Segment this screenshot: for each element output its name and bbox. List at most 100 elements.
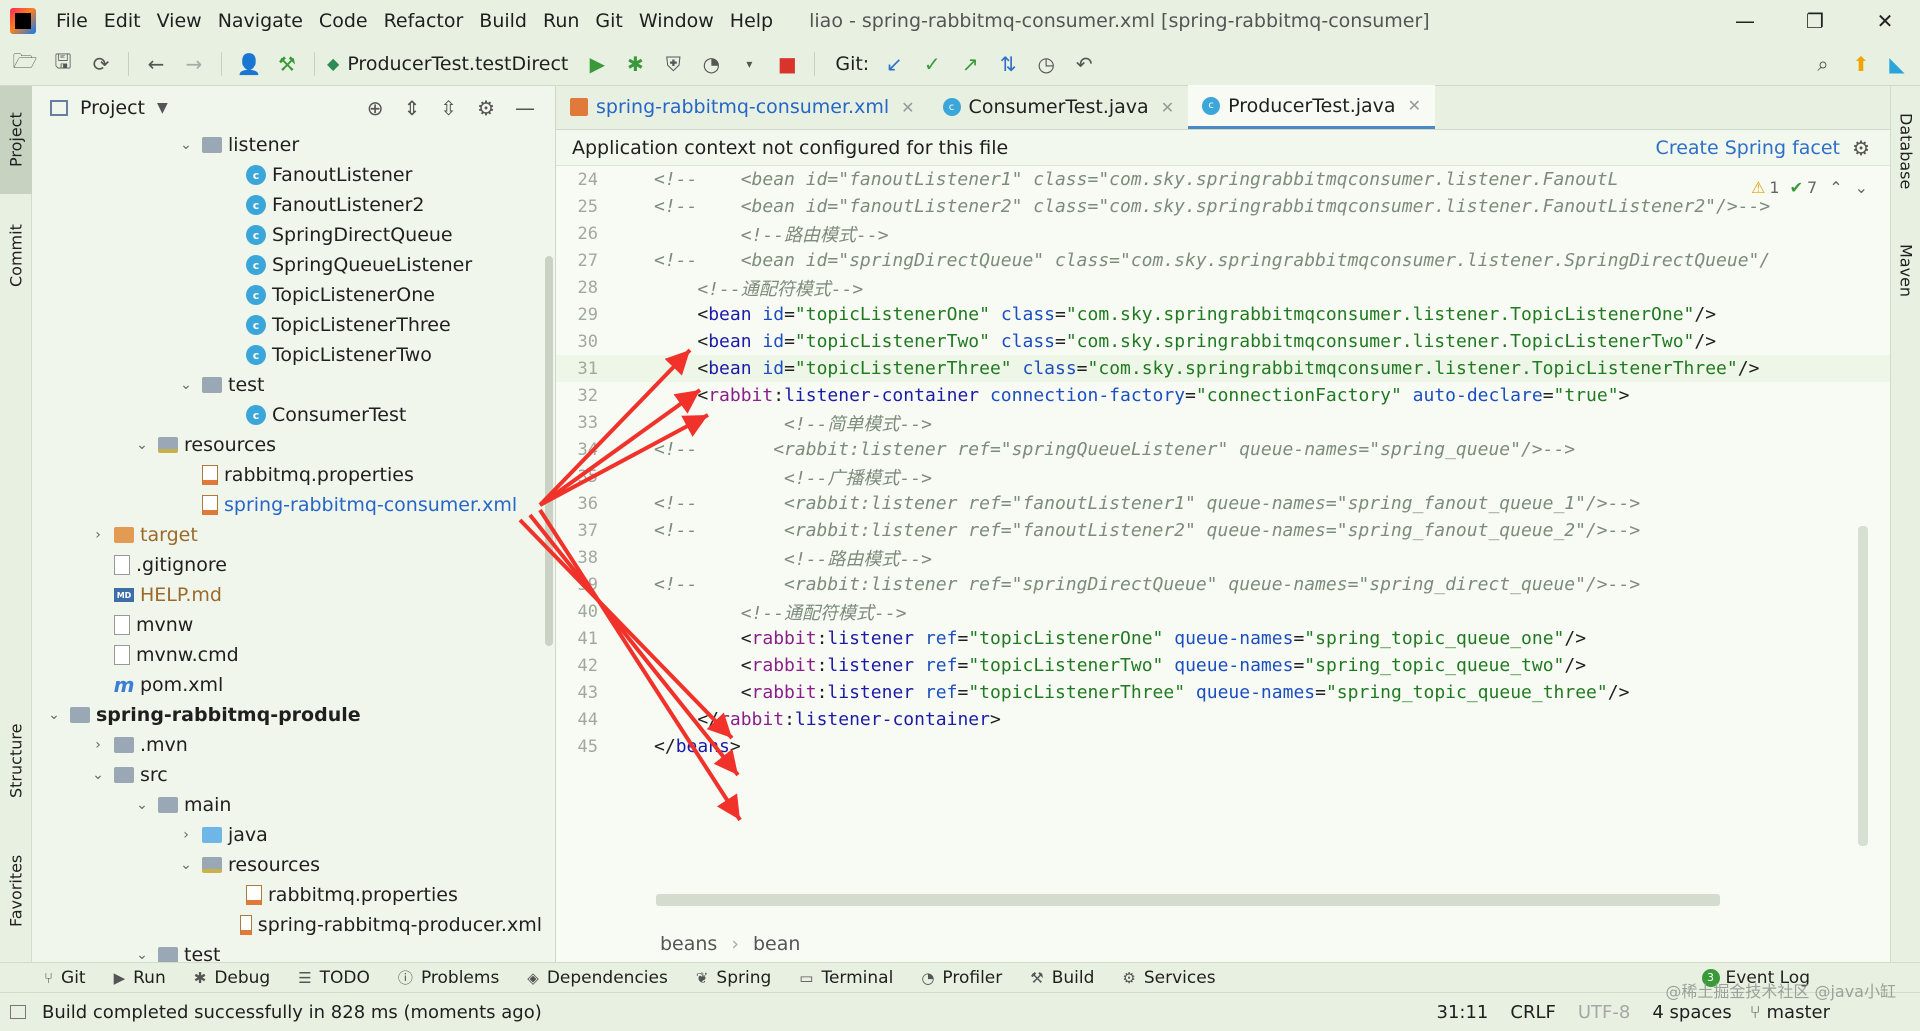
code-line[interactable]: 28 <!--通配符模式--> [556, 274, 1890, 301]
chevron-down-icon[interactable]: ⌄ [176, 857, 196, 873]
code-line[interactable]: 37 <!-- <rabbit:listener ref="fanoutListe… [556, 517, 1890, 544]
menu-code[interactable]: Code [311, 10, 376, 32]
line-separator[interactable]: CRLF [1510, 1002, 1555, 1023]
menu-refactor[interactable]: Refactor [376, 10, 472, 32]
code-line[interactable]: 39 <!-- <rabbit:listener ref="springDirec… [556, 571, 1890, 598]
tool-window-button[interactable]: ☰ TODO [298, 968, 370, 988]
run-icon[interactable]: ▶ [582, 49, 612, 79]
code-line[interactable]: 30 <bean id="topicListenerTwo" class="co… [556, 328, 1890, 355]
code-line[interactable]: 36 <!-- <rabbit:listener ref="fanoutListe… [556, 490, 1890, 517]
breadcrumb-item[interactable]: bean [753, 933, 800, 955]
tree-item[interactable]: › java [32, 820, 542, 850]
menu-run[interactable]: Run [535, 10, 587, 32]
editor-tab[interactable]: spring-rabbitmq-consumer.xml ✕ [556, 85, 929, 129]
git-history-icon[interactable]: ◷ [1031, 49, 1061, 79]
tree-item[interactable]: ⌄ src [32, 760, 542, 790]
favorites-tool-tab[interactable]: Favorites [0, 836, 32, 946]
editor-tab[interactable]: c ConsumerTest.java ✕ [929, 85, 1189, 129]
chevron-right-icon[interactable]: › [176, 827, 196, 843]
tool-window-button[interactable]: ◈ Dependencies [527, 968, 668, 988]
git-commit-icon[interactable]: ✓ [917, 49, 947, 79]
update-icon[interactable]: ⬆ [1846, 49, 1876, 79]
file-encoding[interactable]: UTF-8 [1578, 1002, 1630, 1023]
code-line[interactable]: 33 <!--简单模式--> [556, 409, 1890, 436]
tool-window-button[interactable]: ◔ Profiler [921, 968, 1002, 988]
code-line[interactable]: 44 </rabbit:listener-container> [556, 706, 1890, 733]
commit-tool-tab[interactable]: Commit [0, 204, 32, 308]
chevron-down-icon[interactable]: ⌄ [132, 437, 152, 453]
code-line[interactable]: 24 <!-- <bean id="fanoutListener1" class=… [556, 166, 1890, 193]
tree-item[interactable]: m pom.xml [32, 670, 542, 700]
menu-view[interactable]: View [149, 10, 210, 32]
hide-icon[interactable]: — [515, 96, 535, 120]
git-fetch-icon[interactable]: ⇅ [993, 49, 1023, 79]
code-line[interactable]: 25 <!-- <bean id="fanoutListener2" class=… [556, 193, 1890, 220]
toolbox-icon[interactable]: ◣ [1882, 49, 1912, 79]
gear-icon[interactable]: ⚙ [477, 96, 495, 120]
chevron-down-icon[interactable]: ⌄ [132, 947, 152, 963]
tree-item[interactable]: c TopicListenerOne [32, 280, 542, 310]
code-line[interactable]: 27 <!-- <bean id="springDirectQueue" clas… [556, 247, 1890, 274]
hammer-icon[interactable]: ⚒ [272, 49, 302, 79]
tool-window-button[interactable]: ▶ Run [114, 968, 166, 988]
code-line[interactable]: 31 <bean id="topicListenerThree" class="… [556, 355, 1890, 382]
project-panel-title[interactable]: Project [80, 97, 145, 119]
code-line[interactable]: 41 <rabbit:listener ref="topicListenerOn… [556, 625, 1890, 652]
project-tool-tab[interactable]: Project [0, 86, 32, 194]
minimize-icon[interactable]: — [1710, 0, 1780, 42]
editor-tab[interactable]: c ProducerTest.java ✕ [1188, 85, 1435, 129]
tree-item[interactable]: › .mvn [32, 730, 542, 760]
user-icon[interactable]: 👤 [234, 49, 264, 79]
chevron-down-icon[interactable]: ▾ [734, 49, 764, 79]
tree-item[interactable]: ⌄ listener [32, 130, 542, 160]
tree-item[interactable]: mvnw.cmd [32, 640, 542, 670]
chevron-up-icon[interactable]: ⌃ [1829, 178, 1842, 197]
tree-item[interactable]: mvnw [32, 610, 542, 640]
code-line[interactable]: 32 <rabbit:listener-container connection… [556, 382, 1890, 409]
forward-icon[interactable]: → [179, 49, 209, 79]
code-line[interactable]: 26 <!--路由模式--> [556, 220, 1890, 247]
structure-tool-tab[interactable]: Structure [0, 706, 32, 816]
tree-scrollbar[interactable] [545, 256, 553, 646]
tool-window-button[interactable]: ⚒ Build [1030, 968, 1094, 988]
chevron-right-icon[interactable]: › [88, 737, 108, 753]
git-push-icon[interactable]: ↗ [955, 49, 985, 79]
close-tab-icon[interactable]: ✕ [1408, 96, 1421, 115]
back-icon[interactable]: ← [141, 49, 171, 79]
code-line[interactable]: 29 <bean id="topicListenerOne" class="co… [556, 301, 1890, 328]
chevron-down-icon[interactable]: ⌄ [44, 707, 64, 723]
tree-item[interactable]: c ConsumerTest [32, 400, 542, 430]
menu-window[interactable]: Window [631, 10, 722, 32]
database-tool-tab[interactable]: Database [1891, 96, 1920, 206]
code-line[interactable]: 40 <!--通配符模式--> [556, 598, 1890, 625]
close-tab-icon[interactable]: ✕ [901, 98, 914, 117]
tree-item[interactable]: c FanoutListener2 [32, 190, 542, 220]
chevron-down-icon[interactable]: ⌄ [176, 137, 196, 153]
search-icon[interactable]: ⌕ [1808, 49, 1838, 79]
tree-item[interactable]: rabbitmq.properties [32, 880, 542, 910]
run-configuration-selector[interactable]: ◆ ProducerTest.testDirect [327, 53, 568, 75]
tree-item[interactable]: c FanoutListener [32, 160, 542, 190]
vertical-scrollbar[interactable] [1858, 526, 1868, 846]
chevron-down-icon[interactable]: ⌄ [176, 377, 196, 393]
tree-item[interactable]: rabbitmq.properties [32, 460, 542, 490]
caret-position[interactable]: 31:11 [1437, 1002, 1489, 1023]
chevron-down-icon[interactable]: ⌄ [132, 797, 152, 813]
tree-item[interactable]: MD HELP.md [32, 580, 542, 610]
tree-item[interactable]: ⌄ spring-rabbitmq-produle [32, 700, 542, 730]
chevron-down-icon[interactable]: ▼ [157, 100, 168, 116]
create-spring-facet-link[interactable]: Create Spring facet [1656, 137, 1840, 159]
tree-item[interactable]: ⌄ main [32, 790, 542, 820]
menu-edit[interactable]: Edit [96, 10, 149, 32]
menu-git[interactable]: Git [587, 10, 630, 32]
git-branch[interactable]: master [1767, 1002, 1830, 1023]
tool-window-button[interactable]: ⓘ Problems [398, 967, 499, 988]
code-line[interactable]: 34 <!-- <rabbit:listener ref="springQueue… [556, 436, 1890, 463]
tree-item[interactable]: c SpringDirectQueue [32, 220, 542, 250]
tool-window-button[interactable]: ⚙ Services [1122, 968, 1215, 988]
git-update-icon[interactable]: ↙ [879, 49, 909, 79]
indent-setting[interactable]: 4 spaces [1652, 1002, 1731, 1023]
tree-item[interactable]: spring-rabbitmq-producer.xml [32, 910, 542, 940]
menu-file[interactable]: File [48, 10, 96, 32]
collapse-all-icon[interactable]: ⇳ [440, 96, 457, 120]
